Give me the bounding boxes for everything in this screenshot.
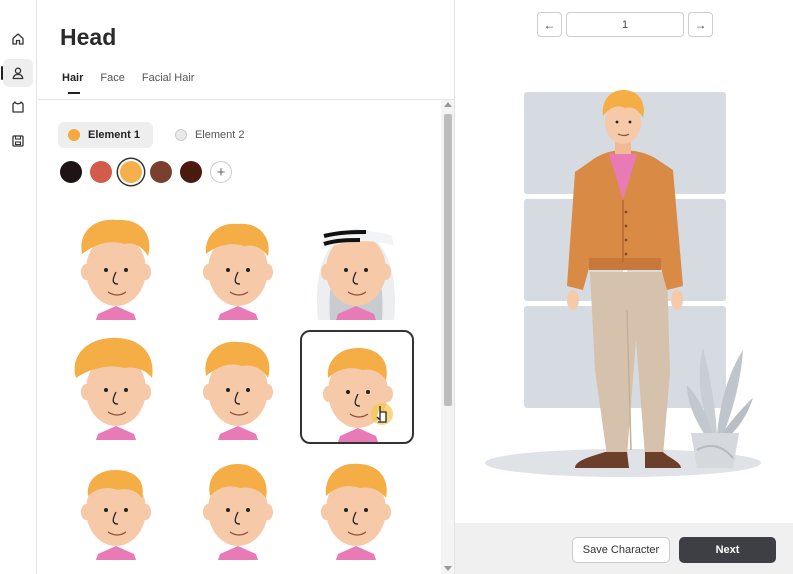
options-scroll-area: Element 1 Element 2 + (38, 100, 440, 574)
scroll-up-icon[interactable] (444, 102, 452, 107)
pose-pager: ← → (537, 12, 713, 37)
element-1-color-dot (68, 129, 80, 141)
add-swatch-button[interactable]: + (210, 161, 232, 183)
hair-style-preview-icon (323, 348, 393, 442)
preview-canvas: ← → (455, 0, 793, 523)
footer-bar: Save Character Next (455, 523, 793, 574)
home-icon (12, 33, 24, 45)
page-input[interactable] (566, 12, 684, 37)
element-2-label: Element 2 (194, 129, 245, 141)
hair-style-option[interactable] (182, 210, 296, 324)
tab-facial-hair[interactable]: Facial Hair (142, 72, 195, 94)
hair-style-preview-icon (81, 219, 151, 320)
prev-button[interactable]: ← (537, 12, 562, 37)
hair-style-preview-icon (203, 341, 273, 440)
hair-style-preview-icon (316, 228, 395, 320)
element-2-button[interactable]: Element 2 (165, 122, 258, 148)
hair-style-option[interactable] (60, 330, 174, 444)
element-1-button[interactable]: Element 1 (58, 122, 153, 148)
swatch-blonde[interactable] (120, 161, 142, 183)
arrow-left-icon: ← (543, 17, 556, 32)
element-1-label: Element 1 (88, 129, 140, 141)
page-title: Head (60, 24, 117, 50)
scrollbar[interactable] (441, 100, 454, 574)
next-page-button[interactable]: → (688, 12, 713, 37)
user-icon (12, 67, 24, 80)
swatch-brown[interactable] (150, 161, 172, 183)
hair-style-preview-icon (203, 223, 273, 320)
swatch-dark-brown[interactable] (180, 161, 202, 183)
hair-style-option[interactable] (182, 450, 296, 564)
swatch-red[interactable] (90, 161, 112, 183)
tab-face[interactable]: Face (100, 72, 124, 94)
hair-style-option[interactable] (60, 210, 174, 324)
sidebar-item-outfit[interactable] (3, 93, 33, 121)
color-swatches: + (60, 161, 232, 183)
element-selector: Element 1 Element 2 (58, 122, 258, 148)
hair-style-preview-icon (74, 337, 153, 440)
hair-style-option[interactable] (182, 330, 296, 444)
character-preview (485, 90, 761, 477)
editor-panel: Head Hair Face Facial Hair Element 1 Ele… (38, 0, 454, 574)
tab-hair[interactable]: Hair (62, 72, 83, 94)
hair-style-preview-icon (81, 470, 151, 560)
next-button[interactable]: Next (679, 537, 776, 563)
sidebar-item-home[interactable] (3, 25, 33, 53)
save-character-button[interactable]: Save Character (572, 537, 670, 563)
sidebar-rail (0, 0, 37, 574)
hair-style-option[interactable] (300, 450, 414, 564)
preview-panel: ← → (454, 0, 793, 574)
hair-style-option[interactable] (60, 450, 174, 564)
hair-style-option[interactable] (300, 210, 414, 324)
sidebar-item-head[interactable] (1, 59, 33, 87)
tab-bar: Hair Face Facial Hair (62, 72, 211, 94)
sidebar-item-save[interactable] (3, 127, 33, 155)
hair-style-preview-icon (203, 464, 273, 560)
arrow-right-icon: → (694, 17, 707, 32)
shirt-icon (12, 101, 24, 113)
save-icon (12, 135, 24, 147)
scroll-down-icon[interactable] (444, 566, 452, 571)
hair-style-preview-icon (321, 463, 391, 560)
scrollbar-thumb[interactable] (444, 114, 452, 406)
swatch-black[interactable] (60, 161, 82, 183)
hair-style-option[interactable] (300, 330, 414, 444)
plus-icon: + (216, 163, 226, 181)
element-2-color-dot (174, 129, 187, 141)
